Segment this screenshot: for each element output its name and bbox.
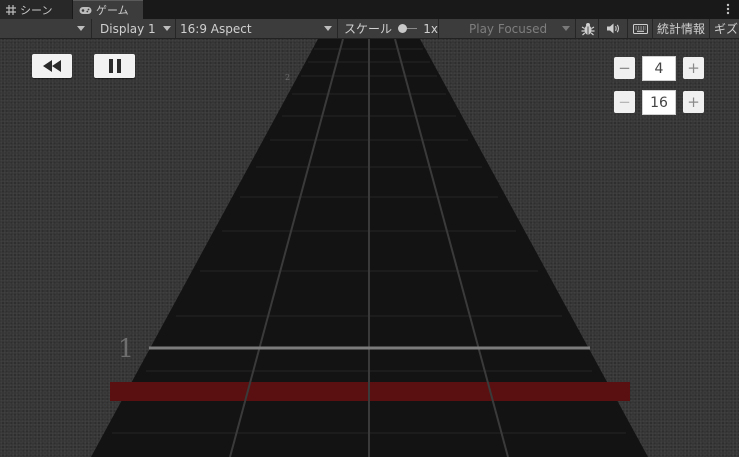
speed-value: 4 [654,60,664,77]
scale-control: スケール 1x [339,19,439,38]
division-increase-button[interactable]: + [683,91,704,113]
stats-button[interactable]: 統計情報 [654,19,710,38]
display-dropdown[interactable]: Display 1 [92,19,176,38]
tab-game-label: ゲーム [96,4,129,17]
rewind-button[interactable] [32,54,72,78]
gizmos-button[interactable]: ギズモ [711,19,739,38]
mute-audio-button[interactable] [600,19,628,38]
scale-slider-knob[interactable] [398,24,408,33]
near-lane-number: 1 [118,334,134,363]
plus-icon: + [687,92,700,111]
division-decrease-button[interactable]: − [614,91,635,113]
aspect-label: 16:9 Aspect [180,21,252,36]
minus-icon: − [618,92,631,111]
tab-scene-label: シーン [20,3,53,17]
grid-icon [6,4,16,15]
tab-scene[interactable]: シーン [0,0,72,19]
game-view-toolbar: Display 1 16:9 Aspect スケール 1x Play Focus… [0,19,739,39]
chevron-down-icon [163,26,171,31]
chevron-down-icon [324,26,332,31]
keyboard-icon [633,23,648,34]
speed-increase-button[interactable]: + [683,57,704,79]
chevron-down-icon [77,26,85,31]
stats-label: 統計情報 [657,22,706,36]
tab-game[interactable]: ゲーム [73,0,143,19]
pause-button[interactable] [94,54,135,78]
scale-value: 1x [423,21,438,36]
shortcuts-button[interactable] [629,19,653,38]
far-lane-number: 2 [285,73,291,82]
game-viewport[interactable]: 1 2 − 4 + − 16 + [0,39,739,457]
minus-icon: − [618,58,631,77]
more-options-icon[interactable] [725,2,731,16]
aspect-dropdown[interactable]: 16:9 Aspect [177,19,338,38]
pause-icon [108,59,121,73]
gizmos-label: ギズモ [714,22,739,36]
division-value: 16 [650,94,668,111]
frame-debugger-button[interactable] [577,19,599,38]
plus-icon: + [687,58,700,77]
editor-tab-bar: シーン ゲーム [0,0,739,19]
gamepad-icon [79,6,92,14]
play-mode-label: Play Focused [469,21,548,36]
speaker-icon [607,23,619,34]
chevron-down-icon [562,26,570,31]
game-mode-dropdown[interactable] [0,19,92,38]
speed-value-field[interactable]: 4 [642,56,676,81]
play-mode-dropdown[interactable]: Play Focused [440,19,576,38]
speed-decrease-button[interactable]: − [614,57,635,79]
bug-icon [581,22,594,35]
scale-label: スケール [344,22,393,36]
scale-slider[interactable] [398,24,418,33]
display-label: Display 1 [100,21,156,36]
rewind-icon [43,60,61,72]
division-value-field[interactable]: 16 [642,90,676,115]
